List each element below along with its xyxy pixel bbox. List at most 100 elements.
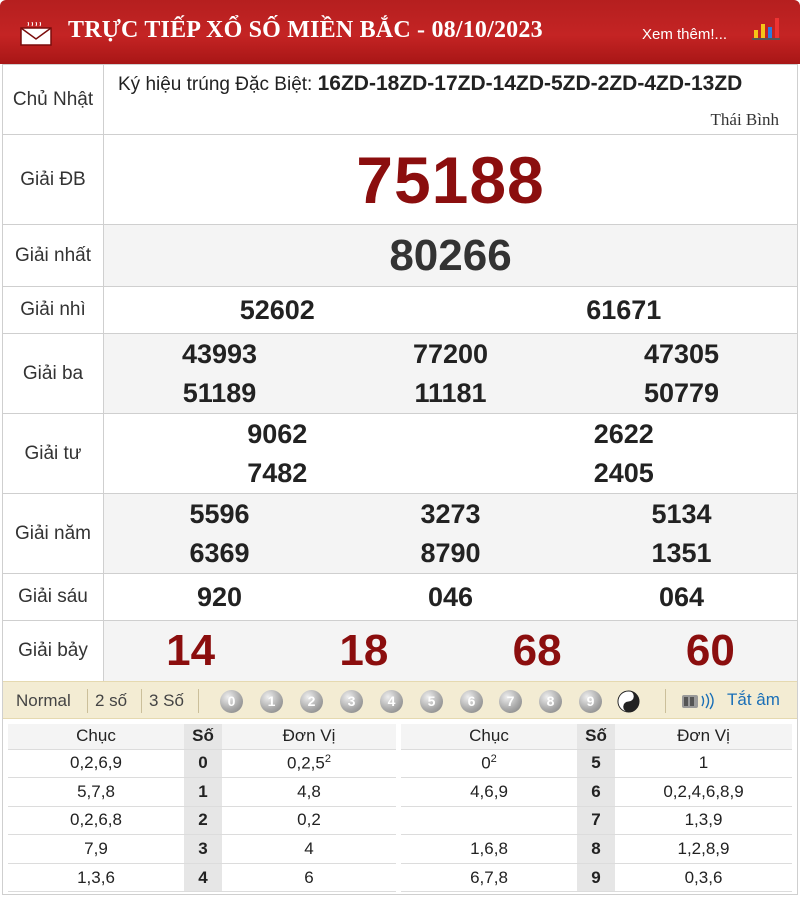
digit-ball[interactable]: 6 bbox=[460, 690, 483, 713]
prize-number: 47305 bbox=[643, 338, 720, 369]
don-vi-cell: 1,3,9 bbox=[615, 806, 792, 836]
digit-ball[interactable]: 7 bbox=[499, 690, 522, 713]
table-row: 5,7,8 1 4,8 bbox=[8, 777, 396, 807]
chuc-cell bbox=[401, 806, 577, 836]
special-code-label: Ký hiệu trúng Đặc Biệt: bbox=[118, 74, 313, 95]
table-row: 1,6,8 8 1,2,8,9 bbox=[401, 834, 792, 864]
province-name: Thái Bình bbox=[710, 110, 779, 129]
header-bar: TRỰC TIẾP XỔ SỐ MIỀN BẮC - 08/10/2023 Xe… bbox=[0, 0, 800, 64]
don-vi-cell: 6 bbox=[222, 863, 396, 893]
chuc-cell: 5,7,8 bbox=[8, 777, 184, 807]
special-code-cell: Ký hiệu trúng Đặc Biệt: 16ZD-18ZD-17ZD-1… bbox=[103, 64, 798, 135]
col-header-don-vi: Đơn Vị bbox=[615, 724, 792, 750]
prize-number: 43993 bbox=[181, 338, 258, 369]
prize-number: 8790 bbox=[420, 537, 481, 568]
so-cell: 5 bbox=[577, 749, 615, 779]
mute-toggle[interactable]: Tắt âm bbox=[727, 690, 780, 710]
prize-label: Giải ĐB bbox=[2, 134, 104, 225]
so-cell: 4 bbox=[184, 863, 222, 893]
option-3-digits[interactable]: 3 Số bbox=[149, 691, 184, 711]
prize-number: 60 bbox=[685, 626, 735, 675]
prize-label: Giải tư bbox=[2, 413, 104, 494]
digit-ball[interactable]: 9 bbox=[579, 690, 602, 713]
option-2-digits[interactable]: 2 số bbox=[95, 691, 127, 711]
loto-table-left: Chục Số Đơn Vị 0,2,6,9 0 0,2,52 5,7,8 1 … bbox=[8, 724, 396, 893]
chuc-cell: 6,7,8 bbox=[401, 863, 577, 893]
chuc-cell: 02 bbox=[401, 749, 577, 779]
table-row: 7 1,3,9 bbox=[401, 806, 792, 836]
prize-number: 064 bbox=[658, 581, 705, 612]
speaker-icon[interactable] bbox=[680, 691, 718, 711]
display-controls: Normal 2 số 3 Số 0 1 2 3 4 5 6 7 8 9 Tắt… bbox=[2, 681, 798, 719]
prize-number: 6369 bbox=[189, 537, 250, 568]
chuc-value: 0 bbox=[481, 753, 491, 773]
prize-number: 2622 bbox=[593, 418, 654, 449]
digit-ball[interactable]: 5 bbox=[420, 690, 443, 713]
option-normal[interactable]: Normal bbox=[16, 691, 71, 711]
table-row: 02 5 1 bbox=[401, 749, 792, 779]
table-row: 0,2,6,9 0 0,2,52 bbox=[8, 749, 396, 779]
prize-number: 68 bbox=[512, 626, 562, 675]
so-cell: 0 bbox=[184, 749, 222, 779]
prize-number: 18 bbox=[339, 626, 389, 675]
table-row: 7,9 3 4 bbox=[8, 834, 396, 864]
chuc-cell: 0,2,6,8 bbox=[8, 806, 184, 836]
prize-number: 9062 bbox=[247, 418, 308, 449]
prize-label: Giải bảy bbox=[2, 620, 104, 682]
table-row: 0,2,6,8 2 0,2 bbox=[8, 806, 396, 836]
don-vi-cell: 1 bbox=[615, 749, 792, 779]
digit-ball[interactable]: 4 bbox=[380, 690, 403, 713]
prize-number: 3273 bbox=[420, 498, 481, 529]
don-vi-cell: 0,2,4,6,8,9 bbox=[615, 777, 792, 807]
yin-yang-icon[interactable] bbox=[617, 690, 640, 713]
don-vi-cell: 0,2 bbox=[222, 806, 396, 836]
divider bbox=[141, 689, 142, 713]
chuc-cell: 1,6,8 bbox=[401, 834, 577, 864]
results-table: Chủ Nhật Ký hiệu trúng Đặc Biệt: 16ZD-18… bbox=[2, 64, 798, 682]
repeat-count: 2 bbox=[324, 752, 331, 765]
so-cell: 7 bbox=[577, 806, 615, 836]
first-prize-number: 80266 bbox=[389, 230, 512, 280]
so-cell: 6 bbox=[577, 777, 615, 807]
prize-number: 5596 bbox=[189, 498, 250, 529]
prize-number: 14 bbox=[166, 626, 216, 675]
table-row: 4,6,9 6 0,2,4,6,8,9 bbox=[401, 777, 792, 807]
prize-label: Giải nhì bbox=[2, 286, 104, 334]
prize-label: Giải ba bbox=[2, 333, 104, 414]
so-cell: 3 bbox=[184, 834, 222, 864]
chuc-cell: 4,6,9 bbox=[401, 777, 577, 807]
don-vi-cell: 0,3,6 bbox=[615, 863, 792, 893]
so-cell: 2 bbox=[184, 806, 222, 836]
chuc-cell: 7,9 bbox=[8, 834, 184, 864]
lottery-widget: TRỰC TIẾP XỔ SỐ MIỀN BẮC - 08/10/2023 Xe… bbox=[0, 0, 800, 897]
so-cell: 1 bbox=[184, 777, 222, 807]
prize-number: 61671 bbox=[586, 294, 662, 325]
prize-number: 52602 bbox=[239, 294, 315, 325]
prize-number: 2405 bbox=[593, 457, 654, 488]
digit-ball[interactable]: 8 bbox=[539, 690, 562, 713]
prize-number: 1351 bbox=[651, 537, 712, 568]
loto-table-right: Chục Số Đơn Vị 02 5 1 4,6,9 6 0,2,4,6,8,… bbox=[401, 724, 792, 893]
digit-ball[interactable]: 3 bbox=[340, 690, 363, 713]
table-row: 6,7,8 9 0,3,6 bbox=[401, 863, 792, 893]
col-header-so: Số bbox=[184, 724, 222, 750]
digit-ball[interactable]: 2 bbox=[300, 690, 323, 713]
prize-number: 50779 bbox=[643, 377, 720, 408]
page-title: TRỰC TIẾP XỔ SỐ MIỀN BẮC - 08/10/2023 bbox=[68, 17, 543, 43]
divider bbox=[665, 689, 666, 713]
digit-ball[interactable]: 0 bbox=[220, 690, 243, 713]
don-vi-value: 0,2,5 bbox=[287, 753, 325, 773]
col-header-don-vi: Đơn Vị bbox=[222, 724, 396, 750]
repeat-count: 2 bbox=[490, 752, 497, 765]
prize-number: 920 bbox=[196, 581, 243, 612]
divider bbox=[87, 689, 88, 713]
mail-icon bbox=[20, 22, 52, 46]
see-more-link[interactable]: Xem thêm!... bbox=[642, 26, 727, 43]
chart-bars-icon[interactable] bbox=[752, 16, 780, 40]
prize-number: 5134 bbox=[651, 498, 712, 529]
prize-number: 11181 bbox=[414, 377, 487, 408]
prize-label: Giải năm bbox=[2, 493, 104, 574]
digit-ball[interactable]: 1 bbox=[260, 690, 283, 713]
so-cell: 8 bbox=[577, 834, 615, 864]
so-cell: 9 bbox=[577, 863, 615, 893]
